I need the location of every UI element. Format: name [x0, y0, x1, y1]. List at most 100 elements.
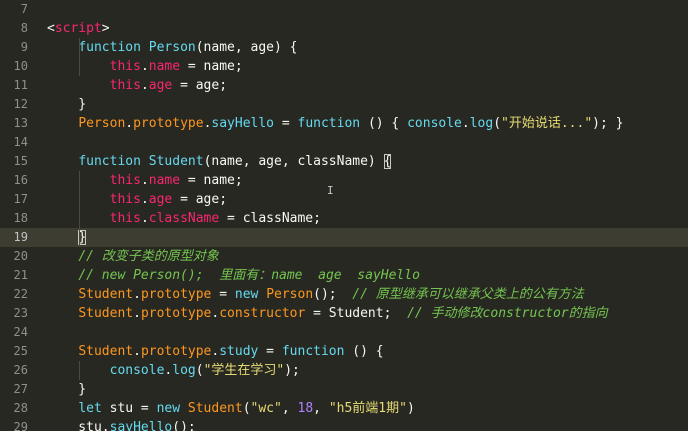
code-text: stu.sayHello();	[47, 418, 196, 431]
code-token: (name, age, className)	[203, 154, 384, 169]
code-text: // new Person(); 里面有：name age sayHello	[47, 266, 420, 285]
code-token: = className;	[219, 211, 321, 226]
code-token: ();	[172, 420, 196, 431]
code-line[interactable]: 11 this.age = age;	[0, 76, 688, 95]
line-number: 12	[13, 97, 28, 111]
code-text: function Student(name, age, className) {	[47, 152, 392, 171]
code-token: function	[78, 40, 141, 55]
code-token: = age;	[172, 192, 228, 207]
code-token: this	[109, 59, 141, 74]
code-line[interactable]: 29 stu.sayHello();	[0, 418, 688, 431]
code-token: .	[133, 306, 141, 321]
code-line[interactable]: 18 this.className = className;	[0, 209, 688, 228]
code-line[interactable]: 21 // new Person(); 里面有：name age sayHell…	[0, 266, 688, 285]
code-token: }	[47, 97, 87, 112]
code-token: stu.	[47, 420, 110, 431]
code-token: new	[156, 401, 181, 416]
line-number: 23	[13, 306, 28, 320]
code-token: Student	[148, 154, 204, 169]
code-token: className	[148, 211, 220, 226]
code-token: =	[274, 116, 298, 131]
code-line[interactable]: 9 function Person(name, age) {	[0, 38, 688, 57]
code-token: <	[47, 21, 55, 36]
code-token: this	[109, 211, 141, 226]
code-token: prototype	[140, 306, 212, 321]
line-number: 28	[13, 401, 28, 415]
code-line[interactable]: 19 }	[0, 228, 688, 247]
code-line[interactable]: 23 Student.prototype.constructor = Stude…	[0, 304, 688, 323]
code-line[interactable]: 22 Student.prototype = new Person(); // …	[0, 285, 688, 304]
code-token: study	[219, 344, 259, 359]
code-token: 18	[297, 401, 314, 416]
ibeam-cursor-icon: I	[327, 184, 334, 197]
code-token: =	[258, 344, 282, 359]
code-line[interactable]: 8 <script>	[0, 19, 688, 38]
code-token: }	[47, 382, 87, 397]
code-token: name	[148, 59, 181, 74]
line-number: 27	[13, 382, 28, 396]
code-line[interactable]: 17 this.age = age;	[0, 190, 688, 209]
code-line[interactable]: 14	[0, 133, 688, 152]
code-line[interactable]: 26 console.log("学生在学习");	[0, 361, 688, 380]
line-number: 10	[13, 59, 28, 73]
code-token: .	[140, 78, 149, 93]
code-token: // 手动修改constructor的指向	[407, 306, 608, 321]
code-token: age	[148, 78, 173, 93]
code-text: this.name = name;	[47, 171, 243, 190]
code-line[interactable]: 13 Person.prototype.sayHello = function …	[0, 114, 688, 133]
line-number: 19	[13, 230, 28, 244]
code-line[interactable]: 12 }	[0, 95, 688, 114]
code-token: // 原型继承可以继承父类上的公有方法	[352, 287, 584, 302]
code-line[interactable]: 27 }	[0, 380, 688, 399]
code-line[interactable]: 16 this.name = name;	[0, 171, 688, 190]
code-token: "学生在学习"	[203, 363, 285, 378]
code-token: .	[133, 344, 141, 359]
code-token: ();	[313, 287, 353, 302]
indent-guide	[79, 38, 80, 76]
code-text: let stu = new Student("wc", 18, "h5前端1期"…	[47, 399, 415, 418]
code-text: this.className = className;	[47, 209, 321, 228]
indent-guide	[79, 361, 80, 380]
code-text: Student.prototype.constructor = Student;…	[47, 304, 608, 323]
line-number: 9	[20, 40, 28, 54]
code-token: )	[406, 401, 415, 416]
code-token: function	[281, 344, 345, 359]
code-token: () {	[344, 344, 384, 359]
code-token: age	[148, 192, 173, 207]
code-token: = name;	[180, 173, 243, 188]
code-line[interactable]: 25 Student.prototype.study = function ()…	[0, 342, 688, 361]
code-token: .	[140, 211, 149, 226]
code-token: {	[383, 154, 392, 169]
code-token: Student	[78, 287, 134, 302]
code-token: (name, age) {	[195, 40, 298, 55]
code-line[interactable]: 28 let stu = new Student("wc", 18, "h5前端…	[0, 399, 688, 418]
code-editor[interactable]: 7 8 <script> 9 function Person(name, age) {…	[0, 0, 688, 431]
line-number: 16	[13, 173, 28, 187]
code-token: prototype	[140, 287, 212, 302]
code-token: "h5前端1期"	[328, 401, 407, 416]
code-token: ,	[281, 401, 298, 416]
code-text: }	[47, 380, 86, 399]
code-token: = age;	[172, 78, 228, 93]
code-token: >	[101, 21, 110, 36]
code-line[interactable]: 20 // 改变子类的原型对象	[0, 247, 688, 266]
code-line[interactable]: 7	[0, 0, 688, 19]
code-text: this.age = age;	[47, 190, 227, 209]
code-line[interactable]: 24	[0, 323, 688, 342]
line-number: 21	[13, 268, 28, 282]
code-text: }	[47, 228, 87, 247]
code-token: Student	[78, 306, 134, 321]
line-number: 22	[13, 287, 28, 301]
line-number: 25	[13, 344, 28, 358]
code-line[interactable]: 10 this.name = name;	[0, 57, 688, 76]
code-token: Person	[148, 40, 196, 55]
line-number: 24	[13, 325, 28, 339]
code-token: prototype	[133, 116, 204, 131]
code-token: sayHello	[109, 420, 173, 431]
code-line[interactable]: 15 function Student(name, age, className…	[0, 152, 688, 171]
indent-guide	[79, 171, 80, 247]
